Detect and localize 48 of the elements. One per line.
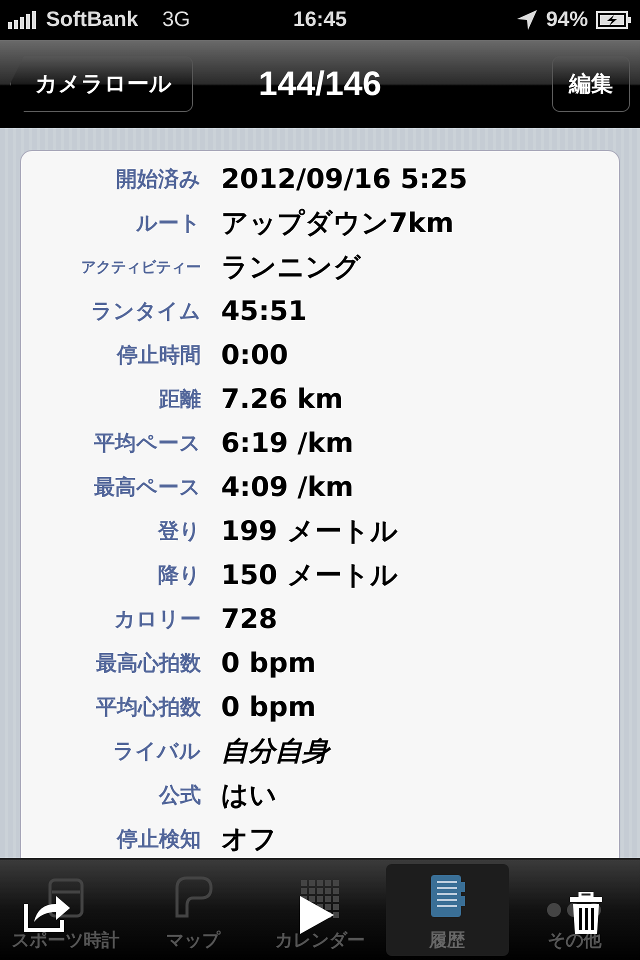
edit-button[interactable]: 編集 [552, 56, 630, 112]
stopwatch-icon [48, 878, 84, 918]
field-value: オフ [221, 823, 277, 857]
field-value: 45:51 [221, 296, 307, 326]
field-value: 0:00 [221, 340, 288, 370]
field-label: 登り [156, 518, 201, 545]
field-label: 停止時間 [116, 342, 201, 369]
field-value: 4:09 /km [221, 472, 354, 502]
network-type: 3G [162, 8, 190, 32]
carrier-name: SoftBank [46, 8, 138, 32]
back-button[interactable]: カメラロール [10, 56, 193, 112]
field-label: 停止検知 [116, 826, 201, 853]
field-value: はい [221, 779, 277, 813]
field-label: 最高心拍数 [95, 650, 201, 677]
battery-percent: 94% [546, 8, 588, 32]
tab-item[interactable]: 履歴 [386, 864, 509, 956]
field-value: アップダウン7km [221, 207, 454, 241]
field-label: 降り [157, 562, 201, 589]
field-label: カロリー [113, 606, 201, 633]
status-time: 16:45 [293, 8, 347, 32]
map-icon [172, 876, 213, 918]
field-label: ライバル [112, 738, 201, 765]
tab-item[interactable]: スポーツ時計 [4, 864, 128, 956]
field-label: 距離 [158, 386, 201, 413]
field-value: 199 メートル [221, 515, 398, 549]
battery-charging-icon [596, 10, 632, 30]
field-value: 150 メートル [221, 559, 398, 593]
tab-item[interactable]: マップ [131, 864, 254, 956]
nav-title: 144/146 [258, 64, 382, 104]
field-value: 7.26 km [221, 384, 344, 414]
trash-icon[interactable] [570, 892, 602, 934]
field-label: 平均心拍数 [95, 694, 201, 721]
field-label: アクティビティー [80, 258, 201, 276]
field-label: ルート [135, 210, 201, 237]
field-value: 6:19 /km [221, 428, 354, 458]
field-label: 最高ペース [93, 474, 201, 501]
signal-icon [8, 11, 38, 29]
field-value: 2012/09/16 5:25 [221, 164, 468, 194]
field-value: 0 bpm [221, 648, 316, 678]
field-label: 平均ペース [93, 430, 201, 457]
location-arrow-icon [516, 9, 538, 31]
field-value: 0 bpm [221, 692, 316, 722]
field-label: 開始済み [115, 166, 201, 193]
field-value: 自分自身 [221, 733, 329, 769]
field-label: 公式 [158, 782, 201, 809]
field-label: ランタイム [90, 298, 201, 325]
field-value: ランニング [221, 251, 361, 285]
field-value: 728 [221, 604, 278, 634]
